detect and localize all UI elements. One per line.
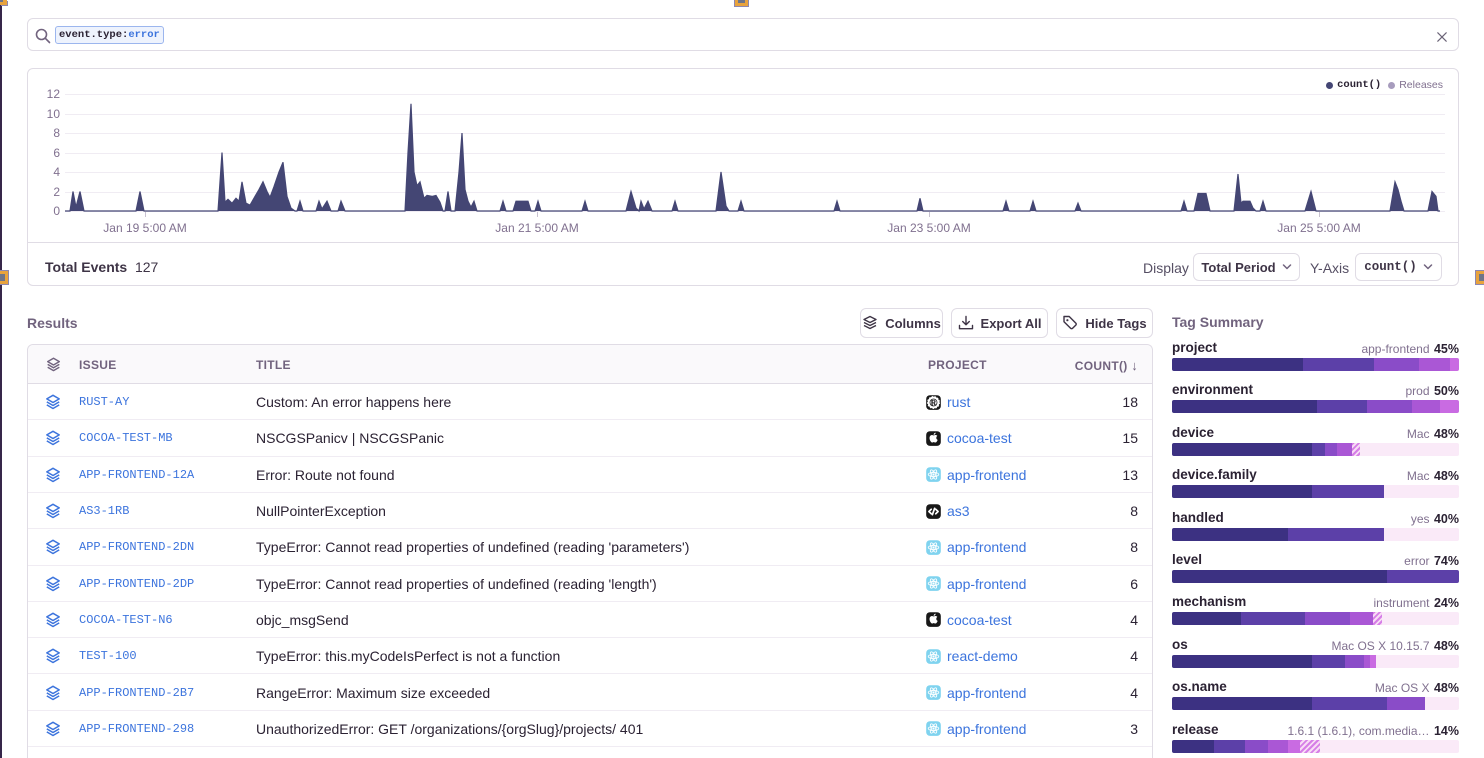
svg-text:R: R xyxy=(931,398,937,407)
